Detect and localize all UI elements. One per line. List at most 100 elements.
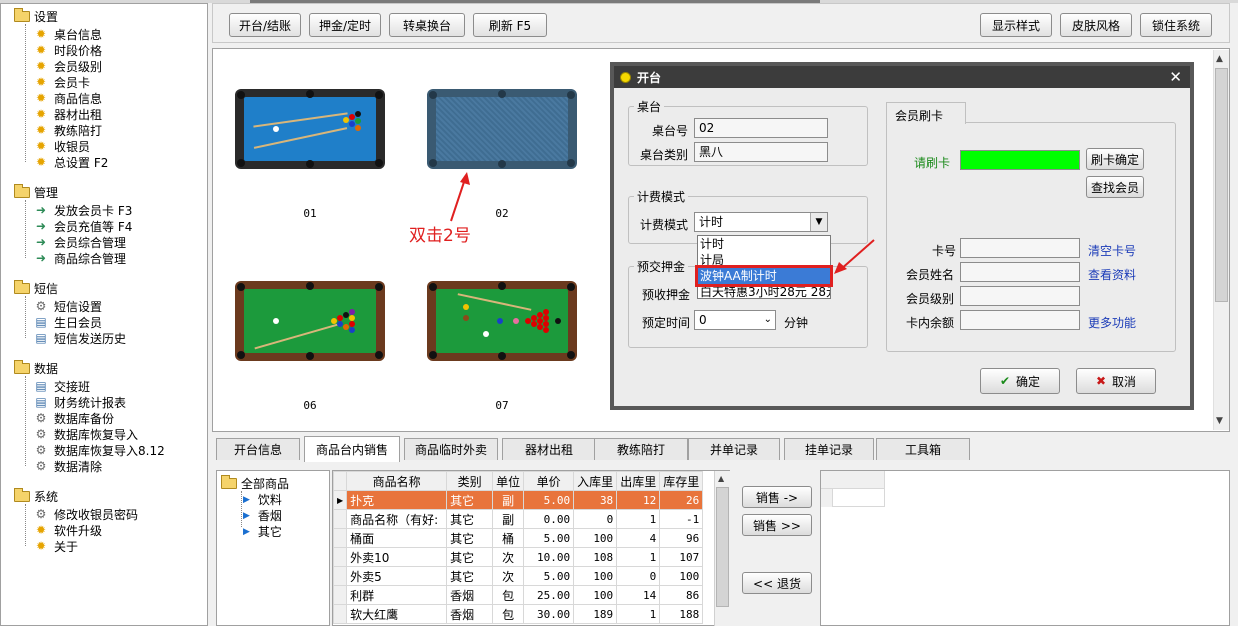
sidebar-item[interactable]: ▤ 财务统计报表 [34,394,126,410]
view-info-link[interactable]: 查看资料 [1088,266,1136,283]
member-level-field[interactable] [960,286,1080,306]
sidebar-item[interactable]: ➜ 发放会员卡 F3 [34,202,132,218]
column-header[interactable]: 库存里 [659,471,704,491]
deposit-timer-button[interactable]: 押金/定时 [309,13,381,37]
table-02[interactable] [427,89,577,169]
sidebar-item[interactable]: ✹ 软件升级 [34,522,102,538]
sidebar-item[interactable]: ✹ 会员级别 [34,58,102,74]
scroll-thumb[interactable] [716,487,729,607]
table-row[interactable]: 利群 香烟包 25.00 100 14 86 [333,585,704,605]
member-name-field[interactable] [960,262,1080,282]
tab-coach[interactable]: 教练陪打 [594,438,688,460]
scroll-up-icon[interactable]: ▲ [718,474,724,483]
table-no-field[interactable]: 02 [694,118,828,138]
open-checkout-button[interactable]: 开台/结账 [229,13,301,37]
category-item[interactable]: ▶ 其它 [243,523,282,540]
close-icon[interactable]: ✕ [1169,68,1182,86]
sidebar-item[interactable]: ✹ 商品信息 [34,90,102,106]
scroll-thumb[interactable] [1215,68,1228,302]
sidebar-item[interactable]: ⚙ 数据库恢复导入 [34,426,138,442]
member-tab[interactable]: 会员刷卡 [886,102,966,124]
column-header[interactable]: 单价 [523,471,575,491]
switch-table-button[interactable]: 转桌换台 [389,13,465,37]
tab-equipment-rental[interactable]: 器材出租 [502,438,596,460]
tab-takeaway-sales[interactable]: 商品临时外卖 [404,438,498,460]
sidebar-group-2[interactable]: 短信 [14,279,58,296]
billing-option[interactable]: 白天特惠3小时28元 28元 [698,284,830,300]
reserve-time-select[interactable]: 0 ⌄ [694,310,776,330]
billing-option[interactable]: 计时 [698,236,830,252]
table-row[interactable]: 商品名称（有好: 其它副 0.00 0 1 -1 [333,509,704,529]
tab-toolbox[interactable]: 工具箱 [876,438,970,460]
sidebar-item[interactable]: ⚙ 修改收银员密码 [34,506,138,522]
column-header[interactable]: 商品名称 [346,471,448,491]
sidebar-item[interactable]: ✹ 器材出租 [34,106,102,122]
sidebar-item[interactable]: ➜ 会员充值等 F4 [34,218,132,234]
sidebar-group-3[interactable]: 数据 [14,359,58,376]
goods-scrollbar[interactable]: ▲ [714,471,730,626]
sell-all-button[interactable]: 销售 >> [742,514,812,536]
sidebar-item[interactable]: ✹ 教练陪打 [34,122,102,138]
balance-field[interactable] [960,310,1080,330]
table-area-scrollbar[interactable]: ▲ ▼ [1213,50,1229,430]
card-no-field[interactable] [960,238,1080,258]
sidebar-item[interactable]: ✹ 时段价格 [34,42,102,58]
tab-hold-records[interactable]: 挂单记录 [784,438,874,460]
column-header[interactable]: 出库里 [616,471,661,491]
sidebar-item[interactable]: ✹ 总设置 F2 [34,154,108,170]
category-item[interactable]: ▶ 饮料 [243,491,282,508]
column-header[interactable]: 入库里 [573,471,618,491]
sidebar-item[interactable]: ⚙ 短信设置 [34,298,102,314]
sell-button[interactable]: 销售 -> [742,486,812,508]
sidebar-item[interactable]: ▤ 生日会员 [34,314,102,330]
table-row[interactable]: 外卖5 其它次 5.00 100 0 100 [333,566,704,586]
tab-in-table-sales[interactable]: 商品台内销售 [304,436,400,462]
column-header[interactable]: 单位 [492,471,525,491]
find-member-button[interactable]: 查找会员 [1086,176,1144,198]
return-goods-button[interactable]: << 退货 [742,572,812,594]
sidebar-group-0[interactable]: 设置 [14,7,58,24]
tab-merge-records[interactable]: 并单记录 [688,438,780,460]
category-item[interactable]: ▶ 香烟 [243,507,282,524]
cancel-button[interactable]: ✖ 取消 [1076,368,1156,394]
swipe-input[interactable] [960,150,1080,170]
sidebar-item[interactable]: ⚙ 数据清除 [34,458,102,474]
table-07[interactable] [427,281,577,361]
sidebar-item[interactable]: ⚙ 数据库恢复导入8.12 [34,442,165,458]
sidebar-item[interactable]: ▤ 短信发送历史 [34,330,126,346]
table-06[interactable] [235,281,385,361]
sidebar-group-1[interactable]: 管理 [14,183,58,200]
lock-system-button[interactable]: 锁住系统 [1140,13,1212,37]
table-row[interactable]: ▶ 扑克 其它副 5.00 38 12 26 [333,490,704,510]
sidebar-item[interactable]: ✹ 收银员 [34,138,90,154]
sidebar-item[interactable]: ⚙ 数据库备份 [34,410,114,426]
sidebar-item[interactable]: ➜ 商品综合管理 [34,250,126,266]
display-style-button[interactable]: 显示样式 [980,13,1052,37]
tab-open-info[interactable]: 开台信息 [216,438,300,460]
table-row[interactable]: 桶面 其它桶 5.00 100 4 96 [333,528,704,548]
billing-option[interactable]: 计局 [698,252,830,268]
ok-button[interactable]: ✔ 确定 [980,368,1060,394]
scroll-up-icon[interactable]: ▲ [1216,54,1223,64]
clear-card-link[interactable]: 清空卡号 [1088,242,1136,259]
table-type-field[interactable]: 黑八 [694,142,828,162]
chevron-down-icon[interactable]: ⌄ [764,311,772,329]
sidebar-item[interactable]: ▤ 交接班 [34,378,90,394]
sidebar-item[interactable]: ✹ 会员卡 [34,74,90,90]
confirm-swipe-button[interactable]: 刷卡确定 [1086,148,1144,170]
refresh-button[interactable]: 刷新 F5 [473,13,547,37]
sidebar-item[interactable]: ➜ 会员综合管理 [34,234,126,250]
skin-style-button[interactable]: 皮肤风格 [1060,13,1132,37]
sidebar-item[interactable]: ✹ 桌台信息 [34,26,102,42]
table-01[interactable] [235,89,385,169]
sidebar-item[interactable]: ✹ 关于 [34,538,78,554]
category-root[interactable]: 全部商品 [221,475,289,492]
sidebar-group-4[interactable]: 系统 [14,487,58,504]
table-row[interactable]: 软大红鹰 香烟包 30.00 189 1 188 [333,604,704,624]
billing-mode-select[interactable]: 计时 ▼ [694,212,828,232]
billing-option-highlighted[interactable]: 波钟AA制计时 [695,265,833,287]
chevron-down-icon[interactable]: ▼ [810,213,827,231]
table-row[interactable]: 外卖10 其它次 10.00 108 1 107 [333,547,704,567]
more-functions-link[interactable]: 更多功能 [1088,314,1136,331]
scroll-down-icon[interactable]: ▼ [1216,416,1223,426]
